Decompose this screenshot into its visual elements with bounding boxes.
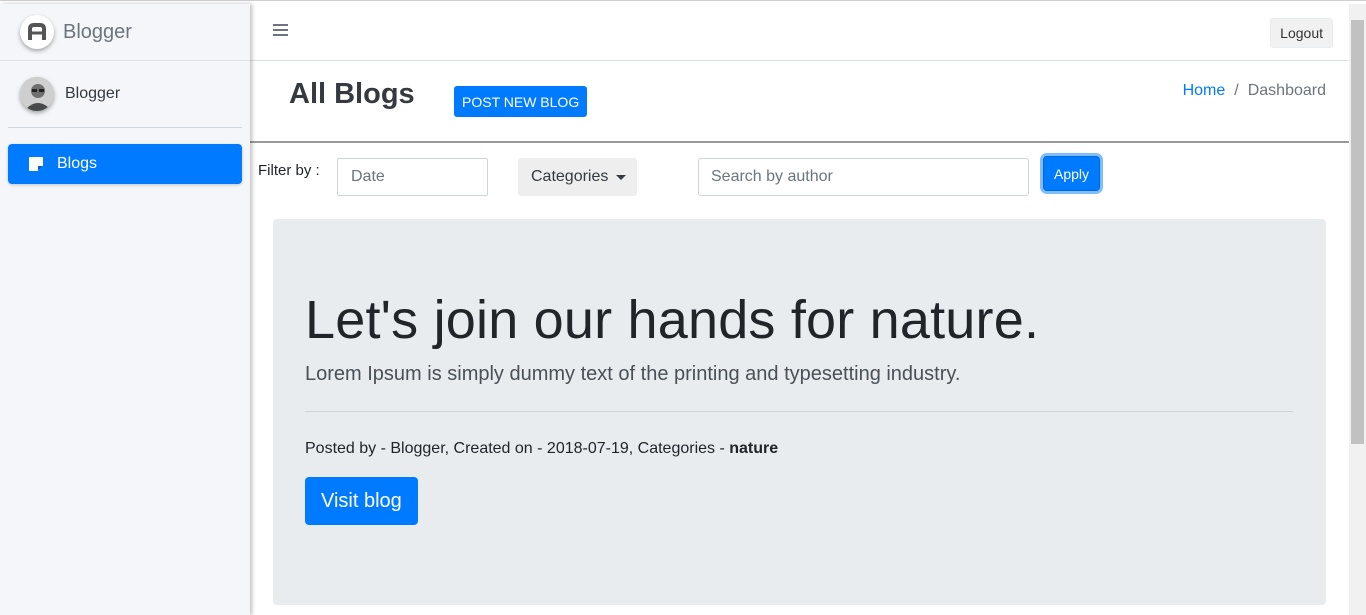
sidebar-item-blogs[interactable]: Blogs (8, 144, 242, 184)
top-navbar: Logout (250, 4, 1350, 61)
blog-meta-text: Posted by - Blogger, Created on - 2018-0… (305, 440, 730, 457)
filter-bar: Filter by : Categories Apply (250, 145, 1350, 205)
page-title: All Blogs (289, 78, 415, 110)
filter-label: Filter by : (258, 162, 320, 179)
post-new-blog-button[interactable]: POST NEW BLOG (454, 86, 588, 117)
content-header: All Blogs POST NEW BLOG Home / Dashboard (250, 61, 1350, 143)
blog-category: nature (729, 440, 779, 457)
avatar (20, 77, 54, 111)
date-input[interactable] (337, 158, 488, 196)
user-name: Blogger (65, 85, 121, 102)
blog-note-icon (28, 156, 44, 172)
sidebar-item-label: Blogs (57, 155, 98, 172)
divider (305, 411, 1293, 412)
logout-button[interactable]: Logout (1270, 18, 1333, 48)
brand-logo-icon (20, 15, 54, 49)
categories-dropdown[interactable]: Categories (518, 158, 637, 196)
page-scrollbar[interactable] (1349, 4, 1366, 615)
scrollbar-thumb[interactable] (1351, 20, 1364, 444)
brand-name: Blogger (63, 20, 132, 43)
sidebar: Blogger Blogger Blogs (0, 4, 250, 615)
caret-down-icon (616, 174, 627, 180)
breadcrumb-separator: / (1234, 82, 1239, 99)
hamburger-icon[interactable] (273, 24, 288, 38)
apply-button[interactable]: Apply (1043, 156, 1100, 191)
visit-blog-button[interactable]: Visit blog (305, 477, 418, 525)
user-panel[interactable]: Blogger (8, 61, 242, 128)
author-search-input[interactable] (698, 158, 1029, 196)
blog-lead: Lorem Ipsum is simply dummy text of the … (305, 363, 961, 385)
blog-meta: Posted by - Blogger, Created on - 2018-0… (305, 440, 778, 458)
categories-label: Categories (531, 168, 609, 185)
blog-title: Let's join our hands for nature. (305, 290, 1040, 350)
brand-link[interactable]: Blogger (0, 4, 250, 61)
breadcrumb-home-link[interactable]: Home (1183, 82, 1226, 100)
breadcrumb: Home / Dashboard (1183, 82, 1326, 100)
breadcrumb-current: Dashboard (1247, 82, 1326, 99)
blog-card: Let's join our hands for nature. Lorem I… (273, 219, 1326, 605)
